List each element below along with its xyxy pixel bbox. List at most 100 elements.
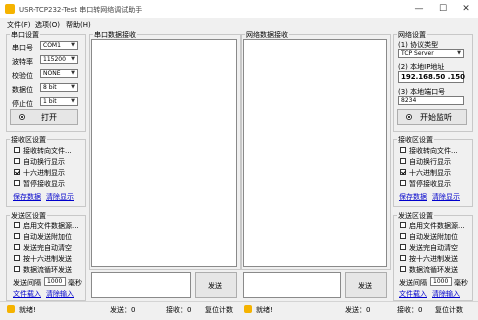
local-ip-input[interactable]: 192.168.50 .150 [398,71,465,83]
left-auto-wrap-checkbox[interactable] [14,158,20,164]
baud-select[interactable]: 115200 ▼ [40,55,78,64]
right-file-load-link[interactable]: 文件载入 [399,289,427,299]
left-file-source-label: 启用文件数据源... [23,222,79,230]
stopbits-label: 停止位 [12,100,33,108]
right-auto-append-checkbox[interactable] [400,233,406,239]
chevron-down-icon: ▼ [71,98,75,104]
right-file-source-checkbox[interactable] [400,222,406,228]
left-hex-send-checkbox[interactable] [14,255,20,261]
menu-options[interactable]: 选项(O) [35,20,60,30]
right-interval-unit: 毫秒 [454,279,468,287]
left-clear-input-link[interactable]: 清除输入 [46,289,74,299]
left-recv-to-file-checkbox[interactable] [14,147,20,153]
databits-label: 数据位 [12,86,33,94]
status-right-send-count: 发送：0 [345,306,371,314]
net-send-button[interactable]: 发送 [345,272,387,298]
right-interval-label: 发送间隔 [399,279,427,287]
chevron-down-icon: ▼ [71,70,75,76]
left-hex-send-label: 按十六进制发送 [23,255,72,263]
left-pause-display-checkbox[interactable] [14,180,20,186]
chevron-down-icon: ▼ [71,42,75,48]
minimize-button[interactable]: — [408,0,430,18]
menu-help[interactable]: 帮助(H) [66,20,91,30]
start-listen-button[interactable]: 开始监听 [397,109,467,125]
app-icon [5,4,15,14]
right-hex-send-label: 按十六进制发送 [409,255,458,263]
port-label: 串口号 [12,44,33,52]
status-left-icon [7,305,15,313]
serial-recv-textarea[interactable] [91,39,237,267]
status-left-recv-count: 接收：0 [166,306,192,314]
serial-settings-title: 串口设置 [10,30,40,40]
parity-label: 校验位 [12,72,33,80]
left-interval-input[interactable]: 1000 [44,277,66,286]
right-auto-wrap-checkbox[interactable] [400,158,406,164]
open-port-button[interactable]: 打开 [10,109,78,125]
status-left-reset-button[interactable]: 复位计数 [205,305,233,315]
net-recv-textarea[interactable] [243,39,387,267]
right-clear-input-link[interactable]: 清除输入 [432,289,460,299]
left-clear-display-link[interactable]: 清除显示 [46,192,74,202]
left-auto-clear-checkbox[interactable] [14,244,20,250]
right-auto-clear-checkbox[interactable] [400,244,406,250]
right-clear-display-link[interactable]: 清除显示 [432,192,460,202]
menu-file[interactable]: 文件(F) [7,20,31,30]
chevron-down-icon: ▼ [71,56,75,62]
left-file-load-link[interactable]: 文件载入 [13,289,41,299]
protocol-select[interactable]: TCP Server ▼ [398,49,464,58]
right-pause-display-checkbox[interactable] [400,180,406,186]
databits-select[interactable]: 8 bit ▼ [40,83,78,92]
left-recv-to-file-label: 接收转向文件... [23,147,72,155]
window-title: USR-TCP232-Test 串口转网络调试助手 [19,6,143,14]
right-hex-display-label: 十六进制显示 [409,169,451,177]
close-button[interactable]: ✕ [455,0,477,18]
left-hex-display-checkbox[interactable] [14,169,20,175]
serial-send-button[interactable]: 发送 [195,272,237,298]
right-loop-send-label: 数据流循环发送 [409,266,458,274]
right-file-source-label: 启用文件数据源... [409,222,465,230]
status-right-reset-button[interactable]: 复位计数 [435,305,463,315]
right-recv-to-file-checkbox[interactable] [400,147,406,153]
start-listen-label: 开始监听 [420,113,452,122]
status-indicator-icon [406,114,412,120]
stopbits-select[interactable]: 1 bit ▼ [40,97,78,106]
right-recv-to-file-label: 接收转向文件... [409,147,458,155]
local-port-input[interactable]: 8234 [398,96,464,105]
chevron-down-icon: ▼ [457,50,461,56]
right-auto-wrap-label: 自动换行显示 [409,158,451,166]
right-send-settings-title: 发送区设置 [397,211,434,221]
baud-label: 波特率 [12,58,33,66]
left-pause-display-label: 暂停接收显示 [23,180,65,188]
left-loop-send-checkbox[interactable] [14,266,20,272]
left-auto-append-checkbox[interactable] [14,233,20,239]
left-auto-clear-label: 发送完自动清空 [23,244,72,252]
port-select[interactable]: COM1 ▼ [40,41,78,50]
net-send-textarea[interactable] [243,272,341,298]
status-right-recv-count: 接收：0 [397,306,423,314]
left-auto-wrap-label: 自动换行显示 [23,158,65,166]
left-send-settings-title: 发送区设置 [10,211,47,221]
right-hex-display-checkbox[interactable] [400,169,406,175]
right-save-data-link[interactable]: 保存数据 [399,192,427,202]
serial-send-textarea[interactable] [91,272,191,298]
right-recv-settings-title: 接收区设置 [397,135,434,145]
right-auto-append-label: 自动发送附加位 [409,233,458,241]
right-hex-send-checkbox[interactable] [400,255,406,261]
right-loop-send-checkbox[interactable] [400,266,406,272]
left-save-data-link[interactable]: 保存数据 [13,192,41,202]
left-auto-append-label: 自动发送附加位 [23,233,72,241]
left-loop-send-label: 数据流循环发送 [23,266,72,274]
left-file-source-checkbox[interactable] [14,222,20,228]
left-interval-label: 发送间隔 [13,279,41,287]
status-right-icon [244,305,252,313]
status-left-send-count: 发送：0 [110,306,136,314]
right-interval-input[interactable]: 1000 [430,277,452,286]
right-auto-clear-label: 发送完自动清空 [409,244,458,252]
status-left-ready: 就绪! [19,306,36,314]
maximize-button[interactable]: ☐ [432,0,454,18]
status-indicator-icon [19,114,25,120]
status-right-ready: 就绪! [256,306,273,314]
chevron-down-icon: ▼ [71,84,75,90]
parity-select[interactable]: NONE ▼ [40,69,78,78]
status-bar-divider [0,301,478,302]
